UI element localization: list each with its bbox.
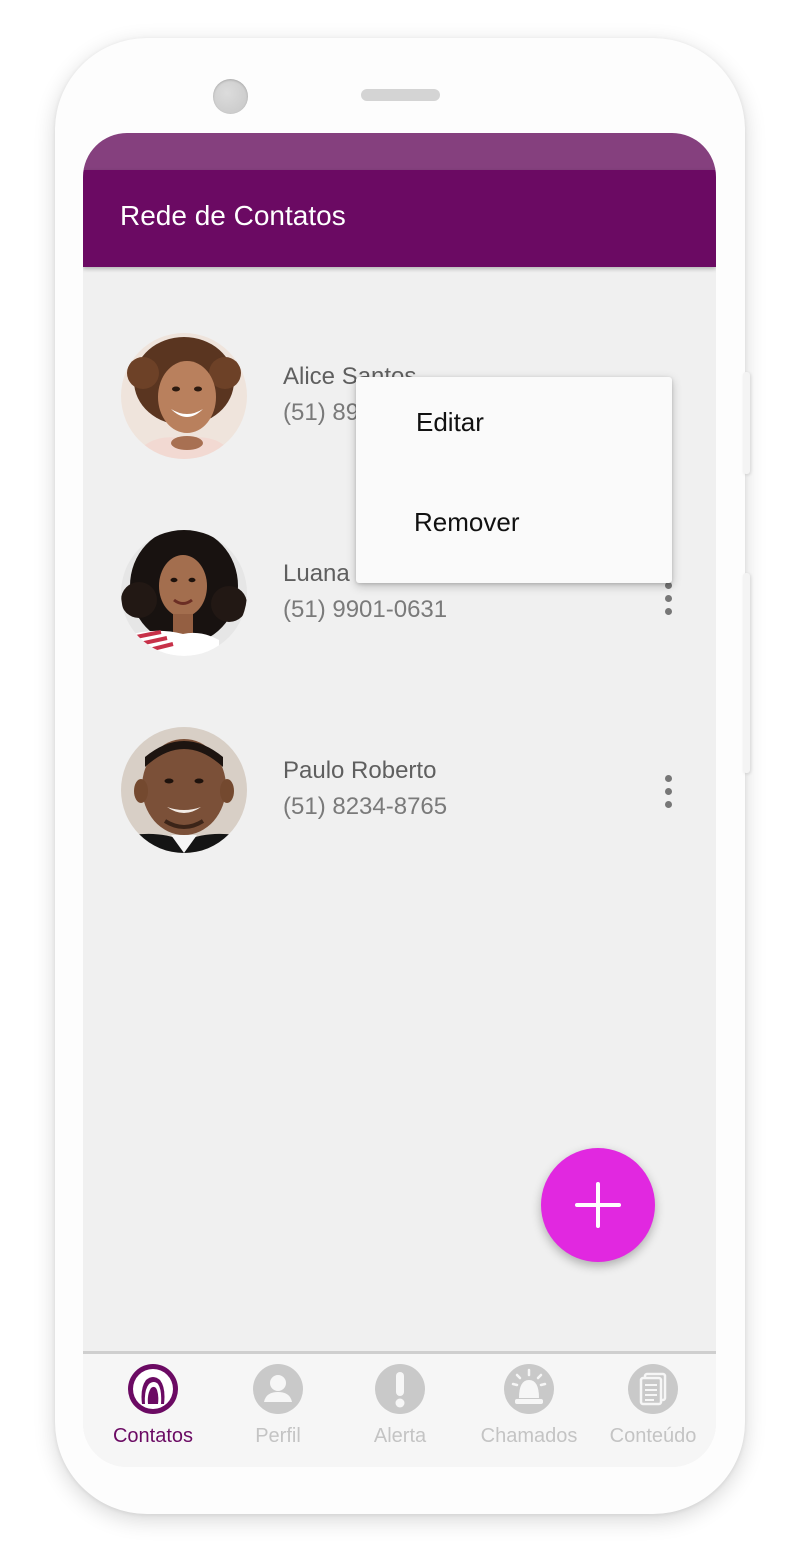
phone-speaker [361,89,440,101]
contact-avatar [121,333,247,459]
add-contact-button[interactable] [541,1148,655,1262]
more-options-icon[interactable] [653,771,683,811]
alert-icon [375,1364,425,1414]
dot [664,774,672,782]
phone-camera [213,79,248,114]
contacts-icon [128,1364,178,1414]
more-options-icon[interactable] [653,578,683,618]
nav-item-conteudo[interactable]: Conteúdo [590,1364,716,1464]
phone-side-button-top [743,372,750,474]
contact-avatar [121,727,247,853]
document-icon [628,1364,678,1414]
contact-item[interactable]: Paulo Roberto (51) 8234-8765 [83,727,716,857]
menu-item-remove[interactable]: Remover [356,477,672,567]
contact-name: Paulo Roberto [283,757,437,784]
menu-item-label: Editar [416,407,484,437]
contact-name: Luana [283,560,350,587]
siren-icon [504,1364,554,1414]
woman-dark-curly-hair-photo [121,530,247,656]
app-screen: Rede de Contatos Alice Santos (51) 89 Lu… [83,133,716,1467]
dot [664,787,672,795]
menu-item-label: Remover [414,507,520,537]
plus-icon [575,1182,621,1228]
bottom-navigation: Contatos Perfil Alerta Chamados Conteúdo [83,1351,716,1467]
dot [664,594,672,602]
contact-avatar [121,530,247,656]
menu-item-edit[interactable]: Editar [356,377,672,467]
context-menu: Editar Remover [356,377,672,583]
nav-item-perfil[interactable]: Perfil [215,1364,341,1464]
phone-side-button-bottom [743,573,750,773]
profile-icon [253,1364,303,1414]
dot [664,800,672,808]
contact-phone: (51) 9901-0631 [283,596,448,623]
nav-item-contatos[interactable]: Contatos [90,1364,216,1464]
app-bar: Rede de Contatos [83,170,716,267]
man-smiling-photo [121,727,247,853]
woman-curly-hair-photo [121,333,247,459]
dot [664,607,672,615]
nav-label: Conteúdo [609,1425,697,1447]
status-bar [83,133,716,170]
nav-item-alerta[interactable]: Alerta [337,1364,463,1464]
nav-item-chamados[interactable]: Chamados [466,1364,592,1464]
app-title: Rede de Contatos [120,200,346,231]
contact-phone: (51) 8234-8765 [283,793,448,820]
contact-phone: (51) 89 [283,399,360,426]
